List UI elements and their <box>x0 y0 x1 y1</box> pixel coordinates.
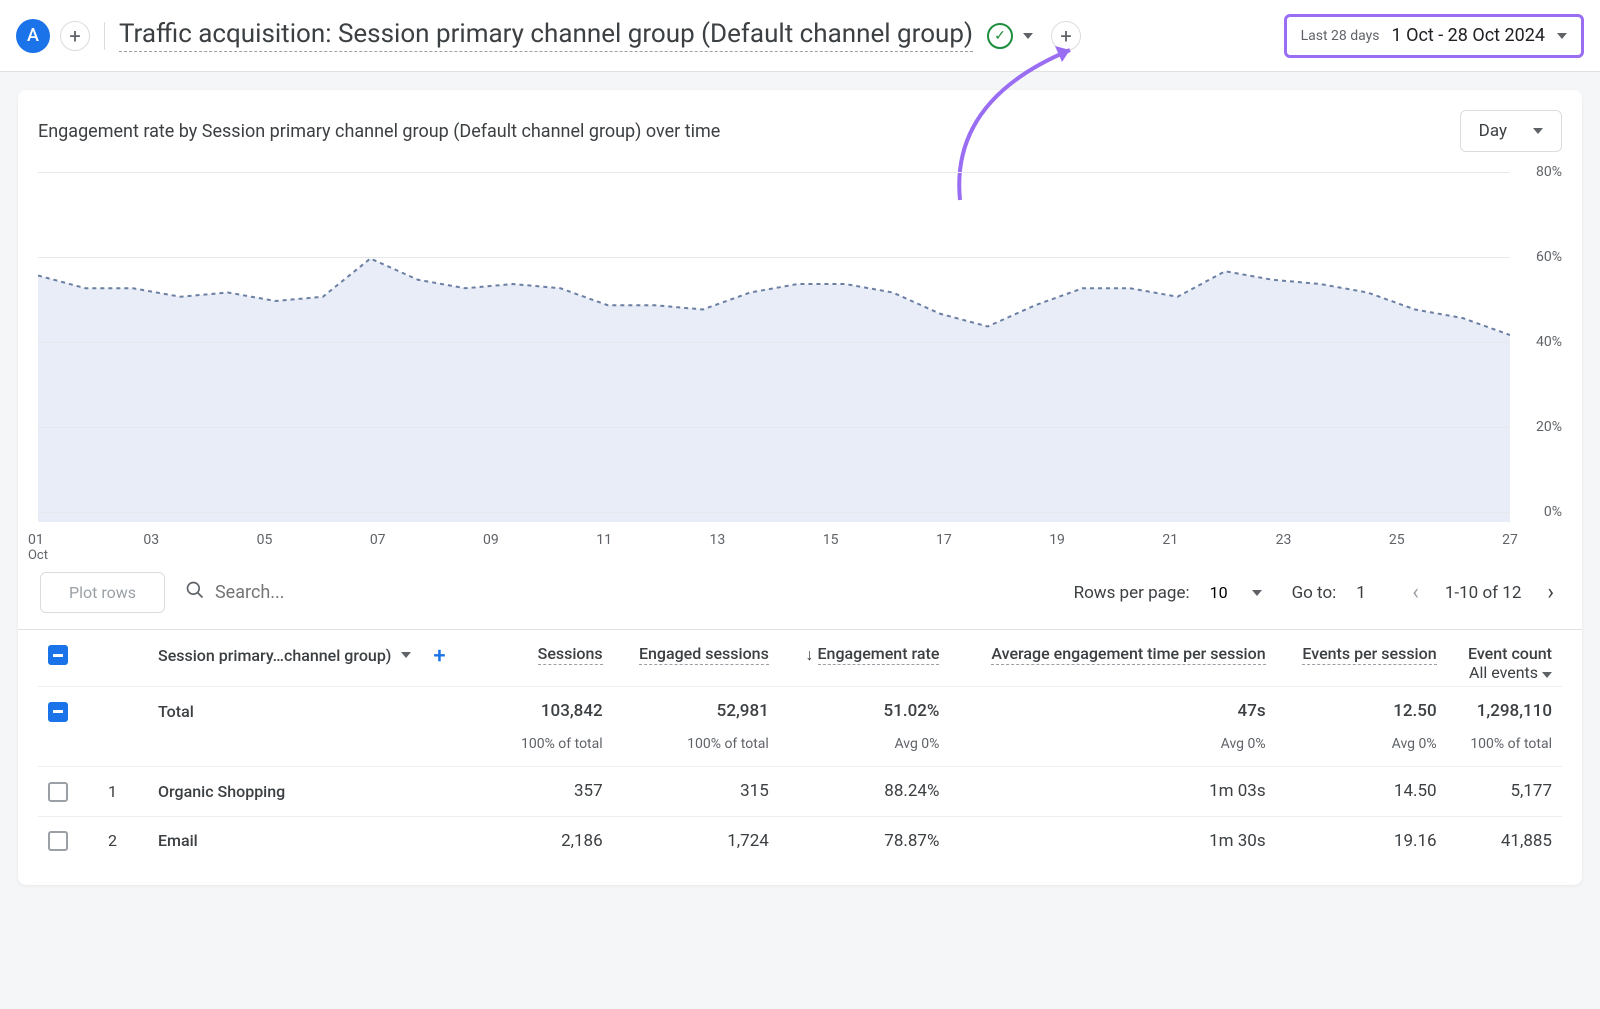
plot-rows-button[interactable]: Plot rows <box>40 572 165 613</box>
metric-cell: 78.87% <box>779 816 950 865</box>
next-page-button[interactable]: › <box>1541 580 1560 605</box>
metric-cell: 2,186 <box>500 816 613 865</box>
x-tick: 09 <box>483 532 499 548</box>
metric-cell: 103,842 <box>500 687 613 736</box>
event-count-filter[interactable]: All events <box>1469 663 1552 682</box>
metric-subtext: Avg 0% <box>1276 736 1447 767</box>
metric-cell: 88.24% <box>779 766 950 816</box>
granularity-value: Day <box>1479 121 1507 141</box>
date-range-value: 1 Oct - 28 Oct 2024 <box>1391 25 1545 46</box>
col-event-count[interactable]: Event count All events <box>1447 630 1562 687</box>
rows-per-page-label: Rows per page: <box>1074 583 1190 603</box>
chart-plot-area[interactable] <box>38 172 1510 532</box>
metric-cell: 1m 30s <box>949 816 1275 865</box>
prev-page-button[interactable]: ‹ <box>1406 580 1425 605</box>
row-checkbox[interactable] <box>48 831 68 851</box>
x-tick: 25 <box>1389 532 1405 548</box>
search-icon <box>185 580 205 605</box>
goto-label: Go to: <box>1292 583 1337 603</box>
row-checkbox[interactable] <box>48 702 68 722</box>
row-index: 2 <box>98 816 148 865</box>
metric-subtext: 100% of total <box>1447 736 1562 767</box>
metric-cell: 1m 03s <box>949 766 1275 816</box>
gridline <box>38 257 1510 258</box>
col-sessions[interactable]: Sessions <box>500 630 613 687</box>
x-tick: 27 <box>1502 532 1518 548</box>
chevron-down-icon <box>401 652 411 658</box>
y-tick: 60% <box>1516 249 1562 265</box>
rows-per-page-value: 10 <box>1210 583 1228 602</box>
gridline <box>38 512 1510 513</box>
divider <box>104 22 105 50</box>
report-menu-dropdown[interactable] <box>1023 33 1033 39</box>
col-engaged-sessions[interactable]: Engaged sessions <box>613 630 779 687</box>
x-tick: 17 <box>936 532 952 548</box>
x-tick: 13 <box>710 532 726 548</box>
metric-subtext: Avg 0% <box>949 736 1275 767</box>
chevron-down-icon <box>1542 672 1552 678</box>
date-range-picker[interactable]: Last 28 days 1 Oct - 28 Oct 2024 <box>1284 14 1584 58</box>
select-all-checkbox[interactable] <box>48 645 68 665</box>
metric-cell: 5,177 <box>1447 766 1562 816</box>
gridline <box>38 427 1510 428</box>
report-title[interactable]: Traffic acquisition: Session primary cha… <box>119 19 973 52</box>
y-tick: 40% <box>1516 334 1562 350</box>
account-avatar[interactable]: A <box>16 19 50 53</box>
date-range-preset-label: Last 28 days <box>1301 28 1380 44</box>
y-tick: 80% <box>1516 164 1562 180</box>
add-report-button[interactable]: + <box>60 21 90 51</box>
dimension-selector[interactable]: Session primary…channel group) <box>158 646 391 665</box>
x-tick: 23 <box>1276 532 1292 548</box>
chevron-down-icon <box>1557 33 1567 39</box>
goto-value[interactable]: 1 <box>1356 583 1386 603</box>
metric-subtext: 100% of total <box>613 736 779 767</box>
table-row[interactable]: 2Email2,1861,72478.87%1m 30s19.1641,885 <box>38 816 1562 865</box>
x-tick: 19 <box>1049 532 1065 548</box>
metric-cell: 1,724 <box>613 816 779 865</box>
metric-cell: 14.50 <box>1276 766 1447 816</box>
x-tick: 03 <box>143 532 159 548</box>
metric-cell: 315 <box>613 766 779 816</box>
granularity-selector[interactable]: Day <box>1460 110 1562 152</box>
rows-per-page-selector[interactable]: 10 <box>1210 583 1272 602</box>
row-dimension[interactable]: Email <box>148 816 500 865</box>
page-range: 1-10 of 12 <box>1445 583 1522 603</box>
metric-cell: 19.16 <box>1276 816 1447 865</box>
add-comparison-button[interactable]: + <box>1051 21 1081 51</box>
col-engagement-rate[interactable]: ↓ Engagement rate <box>779 630 950 687</box>
chevron-down-icon <box>1533 128 1543 134</box>
metric-cell: 357 <box>500 766 613 816</box>
x-tick: 05 <box>257 532 273 548</box>
x-tick: 15 <box>823 532 839 548</box>
metric-subtext: 100% of total <box>500 736 613 767</box>
add-dimension-button[interactable]: + <box>433 644 455 666</box>
x-tick: 21 <box>1162 532 1178 548</box>
metric-cell: 1,298,110 <box>1447 687 1562 736</box>
table-row[interactable]: 1Organic Shopping35731588.24%1m 03s14.50… <box>38 766 1562 816</box>
metric-cell: 12.50 <box>1276 687 1447 736</box>
chart-title: Engagement rate by Session primary chann… <box>38 121 720 142</box>
metric-cell: 41,885 <box>1447 816 1562 865</box>
metric-subtext: Avg 0% <box>779 736 950 767</box>
metric-cell: 51.02% <box>779 687 950 736</box>
search-input[interactable] <box>215 582 515 603</box>
row-dimension[interactable]: Organic Shopping <box>148 766 500 816</box>
metric-cell: 47s <box>949 687 1275 736</box>
x-tick: 07 <box>370 532 386 548</box>
x-tick: 01Oct <box>28 532 48 563</box>
row-index: 1 <box>98 766 148 816</box>
verified-icon[interactable]: ✓ <box>987 23 1013 49</box>
x-tick: 11 <box>596 532 612 548</box>
metric-cell: 52,981 <box>613 687 779 736</box>
chart-line <box>38 172 1510 532</box>
col-avg-engagement-time[interactable]: Average engagement time per session <box>949 630 1275 687</box>
y-tick: 0% <box>1516 504 1562 520</box>
gridline <box>38 342 1510 343</box>
row-checkbox[interactable] <box>48 782 68 802</box>
chevron-down-icon <box>1252 590 1262 596</box>
col-events-per-session[interactable]: Events per session <box>1276 630 1447 687</box>
y-tick: 20% <box>1516 419 1562 435</box>
gridline <box>38 172 1510 173</box>
total-label: Total <box>148 687 500 736</box>
